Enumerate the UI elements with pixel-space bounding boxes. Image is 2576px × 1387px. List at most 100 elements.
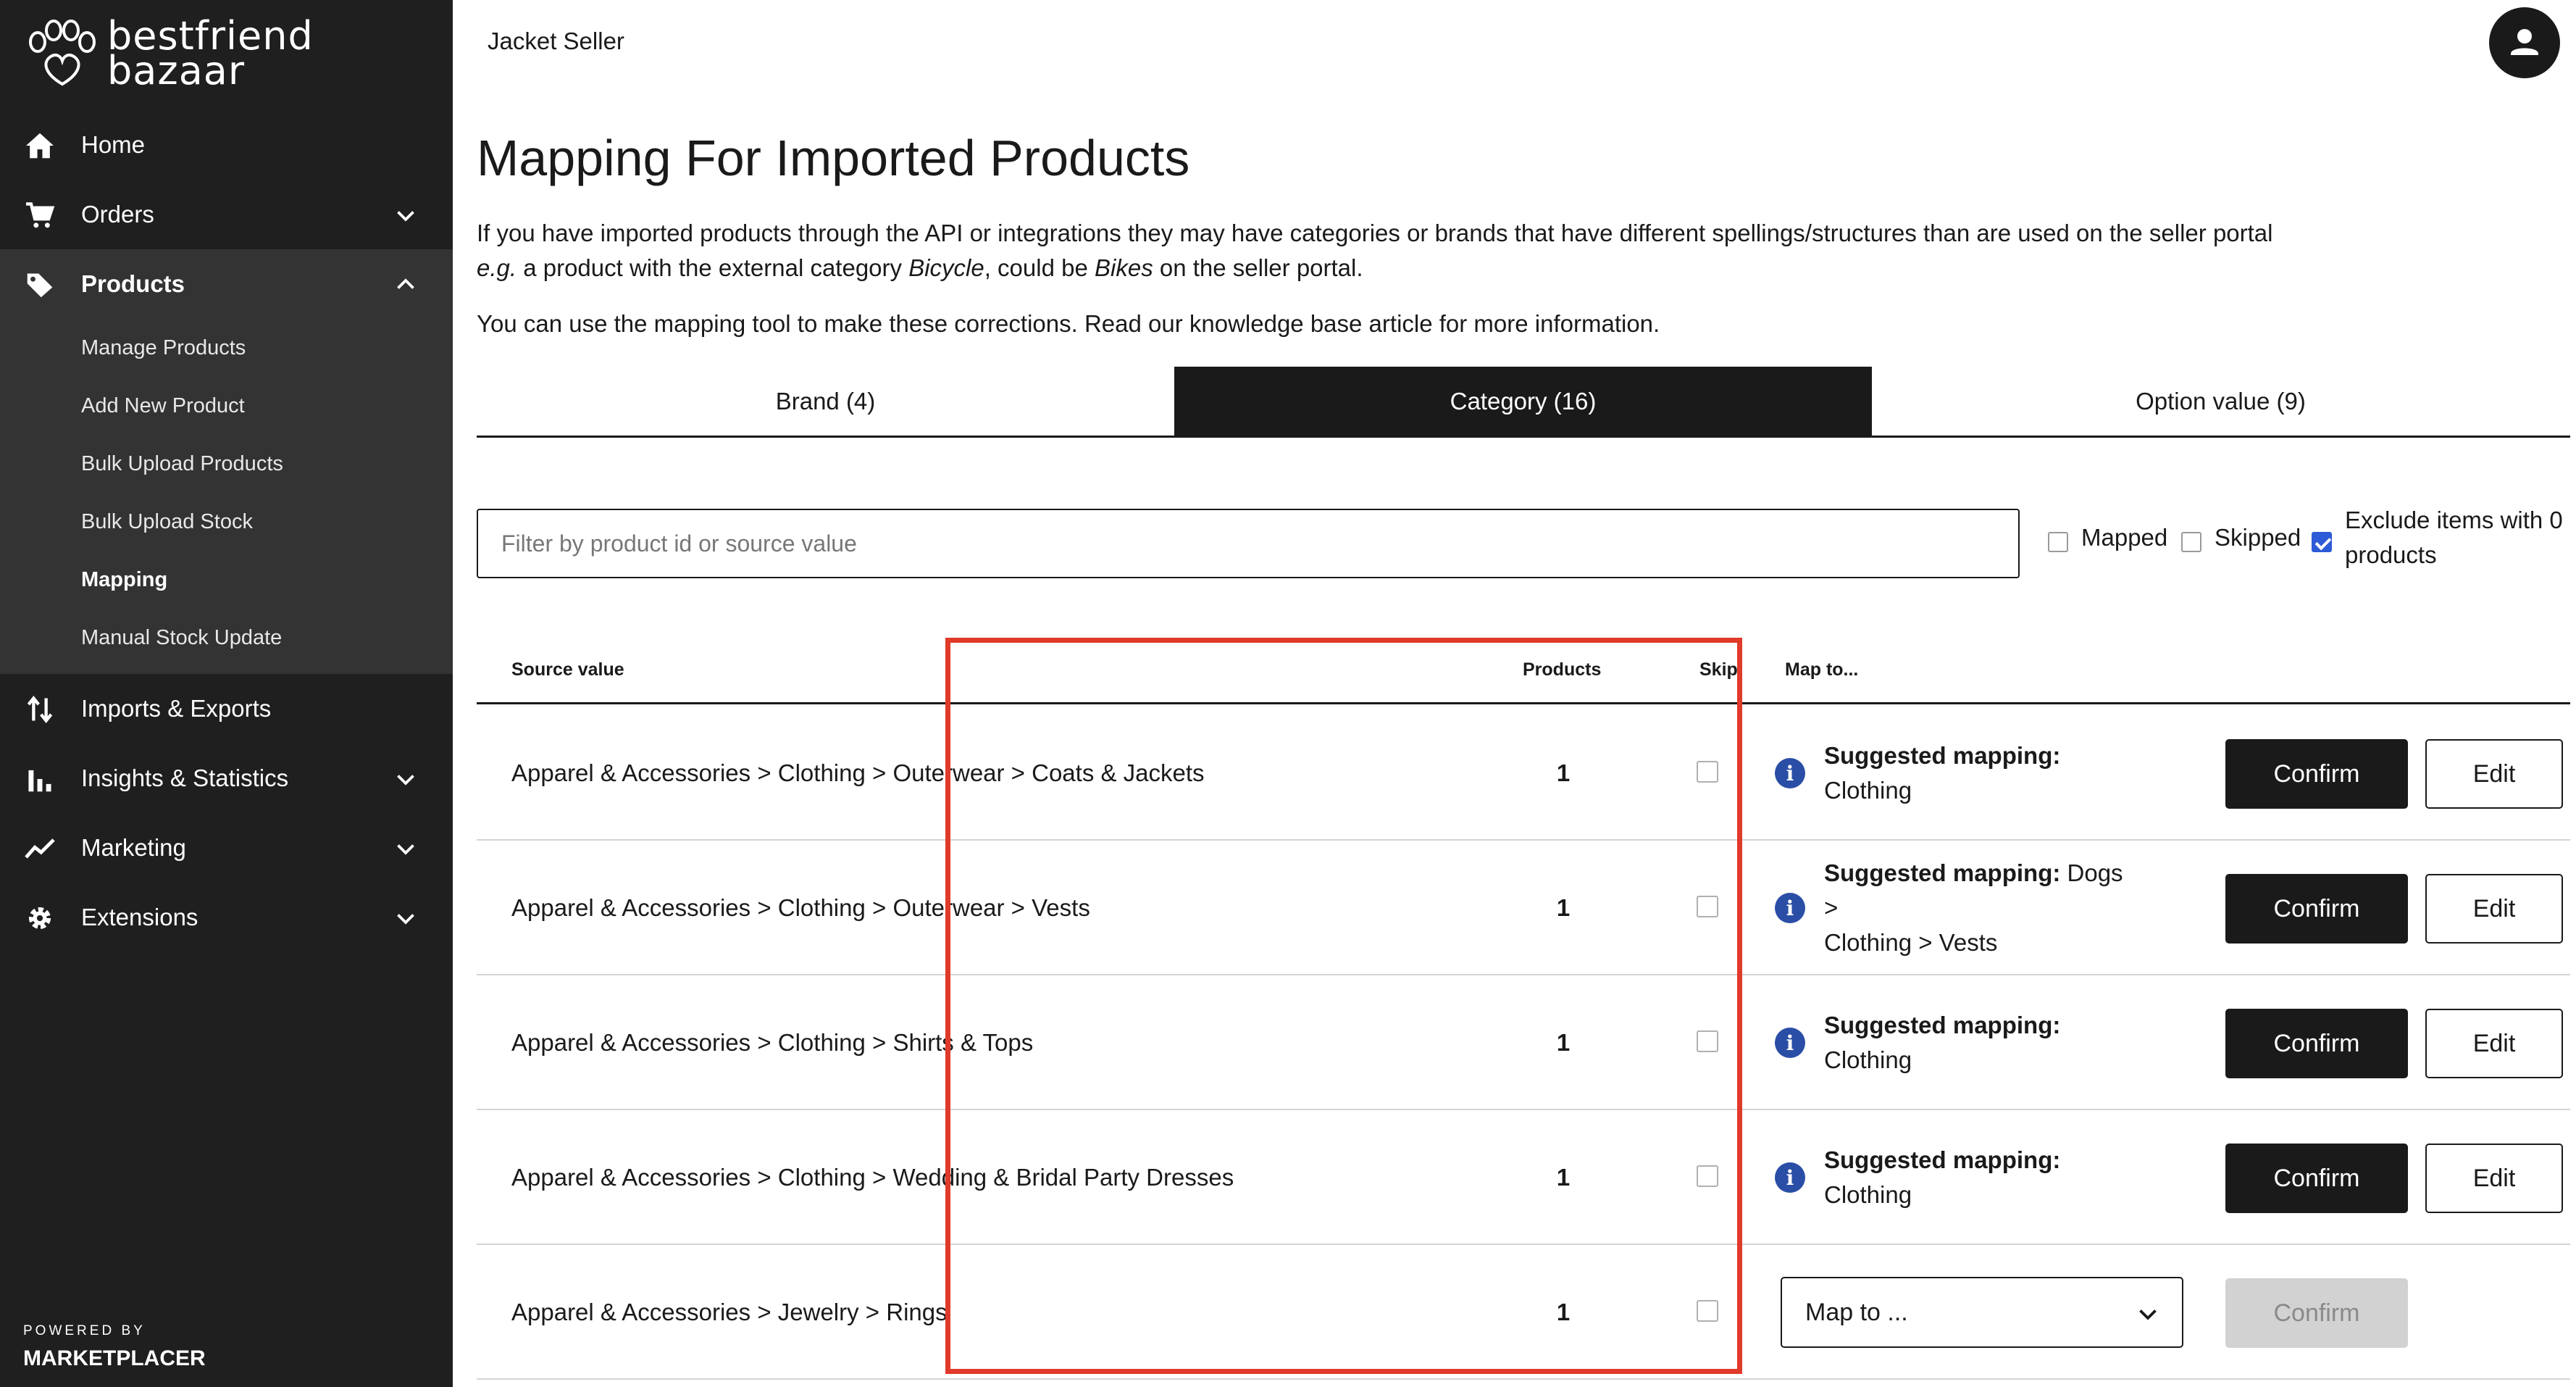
chevron-down-icon — [2139, 1309, 2157, 1320]
chevron-up-icon — [397, 278, 414, 289]
exclude-label: Exclude items with 0 products — [2345, 507, 2563, 568]
tab-brand[interactable]: Brand (4) — [477, 367, 1174, 436]
suggested-mapping: Suggested mapping: Clothing — [1824, 1012, 2061, 1073]
suggested-mapping: Suggested mapping: Clothing — [1824, 1146, 2061, 1208]
source-value: Apparel & Accessories > Clothing > Outer… — [511, 759, 1205, 786]
source-value: Apparel & Accessories > Jewelry > Rings — [511, 1299, 948, 1325]
nav-label: Imports & Exports — [81, 695, 272, 722]
account-avatar[interactable] — [2489, 7, 2560, 78]
mapped-checkbox[interactable]: Mapped — [2048, 520, 2167, 555]
suggested-mapping: Suggested mapping: Clothing — [1824, 742, 2061, 804]
mapped-label: Mapped — [2081, 524, 2168, 551]
header-map-to: Map to... — [1785, 659, 1859, 680]
intro-knowledge-base: You can use the mapping tool to make the… — [477, 310, 1660, 337]
nav-item-insights-statistics[interactable]: Insights & Statistics — [0, 744, 453, 813]
chevron-down-icon — [397, 914, 414, 925]
nav-item-extensions[interactable]: Extensions — [0, 883, 453, 952]
trend-line-icon — [25, 838, 55, 859]
chevron-down-icon — [397, 775, 414, 786]
subnav-mapping[interactable]: Mapping — [0, 551, 453, 609]
skip-checkbox[interactable] — [1697, 1165, 1718, 1187]
mapping-tabs: Brand (4) Category (16) Option value (9) — [477, 367, 2570, 438]
confirm-button[interactable]: Confirm — [2225, 874, 2408, 944]
store-name: Jacket Seller — [488, 28, 624, 54]
edit-button[interactable]: Edit — [2425, 874, 2563, 944]
nav-item-home[interactable]: Home — [0, 110, 453, 180]
skipped-label: Skipped — [2215, 524, 2301, 551]
nav-label: Products — [81, 270, 185, 297]
checkbox-box[interactable] — [2048, 532, 2068, 552]
info-icon[interactable]: i — [1775, 1028, 1805, 1058]
table-header: Source value Products Skip Map to... — [477, 636, 2570, 704]
nav-item-marketing[interactable]: Marketing — [0, 813, 453, 883]
chevron-down-icon — [397, 844, 414, 855]
intro-line: If you have imported products through th… — [477, 220, 2273, 246]
products-subnav: Manage Products Add New Product Bulk Upl… — [0, 319, 453, 674]
map-to-dropdown[interactable]: Map to ... — [1781, 1277, 2183, 1348]
intro-text: If you have imported products through th… — [477, 216, 2563, 286]
brand-name: bestfriend bazaar — [107, 13, 314, 93]
table-row: Apparel & Accessories > Clothing > Outer… — [477, 841, 2570, 975]
product-count: 1 — [1556, 1299, 1571, 1325]
cart-icon — [26, 202, 55, 228]
tab-option-value[interactable]: Option value (9) — [1872, 367, 2569, 436]
paw-logo-icon — [29, 20, 96, 86]
header-products: Products — [1523, 659, 1602, 680]
nav-label: Extensions — [81, 904, 198, 930]
table-row: Apparel & Accessories > Clothing > Weddi… — [477, 1110, 2570, 1245]
page-title: Mapping For Imported Products — [477, 130, 1190, 186]
table-row: Apparel & Accessories > Clothing > Outer… — [477, 706, 2570, 841]
info-icon[interactable]: i — [1775, 893, 1805, 923]
skip-checkbox[interactable] — [1697, 1030, 1718, 1052]
skip-checkbox[interactable] — [1697, 1300, 1718, 1322]
subnav-manage-products[interactable]: Manage Products — [0, 319, 453, 377]
marketplacer-logo: MARKETPLACER — [23, 1346, 206, 1370]
checkbox-box[interactable] — [2181, 532, 2201, 552]
confirm-button-disabled[interactable]: Confirm — [2225, 1278, 2408, 1348]
nav-label: Marketing — [81, 834, 186, 861]
filter-input[interactable] — [477, 509, 2020, 578]
product-count: 1 — [1556, 894, 1571, 921]
suggested-mapping: Suggested mapping: Dogs > Clothing > Vest… — [1824, 859, 2123, 956]
user-icon — [2511, 29, 2538, 55]
nav-item-imports-exports[interactable]: Imports & Exports — [0, 674, 453, 744]
product-count: 1 — [1556, 1029, 1571, 1056]
confirm-button[interactable]: Confirm — [2225, 1009, 2408, 1078]
intro-example: e.g. a product with the external categor… — [477, 254, 1363, 281]
checkbox-box-checked[interactable] — [2312, 532, 2332, 552]
edit-button[interactable]: Edit — [2425, 1009, 2563, 1078]
brand-logo[interactable]: bestfriend bazaar — [23, 13, 314, 93]
product-count: 1 — [1556, 1164, 1571, 1191]
nav-item-products[interactable]: Products — [0, 249, 453, 319]
table-row: Apparel & Accessories > Clothing > Shirt… — [477, 975, 2570, 1110]
nav-label: Home — [81, 131, 146, 158]
skip-checkbox[interactable] — [1697, 896, 1718, 917]
bar-chart-icon — [28, 770, 51, 792]
subnav-manual-stock-update[interactable]: Manual Stock Update — [0, 609, 453, 667]
subnav-add-new-product[interactable]: Add New Product — [0, 377, 453, 435]
tab-category[interactable]: Category (16) — [1174, 367, 1872, 436]
edit-button[interactable]: Edit — [2425, 1144, 2563, 1213]
source-value: Apparel & Accessories > Clothing > Outer… — [511, 894, 1090, 921]
confirm-button[interactable]: Confirm — [2225, 1144, 2408, 1213]
source-value: Apparel & Accessories > Clothing > Weddi… — [511, 1164, 1234, 1191]
subnav-bulk-upload-stock[interactable]: Bulk Upload Stock — [0, 493, 453, 551]
product-count: 1 — [1556, 759, 1571, 786]
source-value: Apparel & Accessories > Clothing > Shirt… — [511, 1029, 1034, 1056]
edit-button[interactable]: Edit — [2425, 739, 2563, 809]
info-icon[interactable]: i — [1775, 758, 1805, 788]
nav-item-orders[interactable]: Orders — [0, 180, 453, 249]
table-row: Apparel & Accessories > Jewelry > Rings … — [477, 1245, 2570, 1380]
main-content: Jacket Seller Mapping For Imported Produ… — [453, 0, 2576, 1387]
import-export-icon — [27, 696, 53, 723]
tag-icon — [27, 273, 53, 298]
info-icon[interactable]: i — [1775, 1162, 1805, 1193]
nav-label: Orders — [81, 201, 154, 228]
main-nav: Home Orders Products Manage Products Add… — [0, 110, 453, 952]
exclude-zero-checkbox[interactable]: Exclude items with 0 products — [2312, 503, 2563, 572]
subnav-bulk-upload-products[interactable]: Bulk Upload Products — [0, 435, 453, 493]
skip-checkbox[interactable] — [1697, 761, 1718, 783]
confirm-button[interactable]: Confirm — [2225, 739, 2408, 809]
skipped-checkbox[interactable]: Skipped — [2181, 520, 2301, 555]
header-source-value: Source value — [511, 659, 624, 680]
